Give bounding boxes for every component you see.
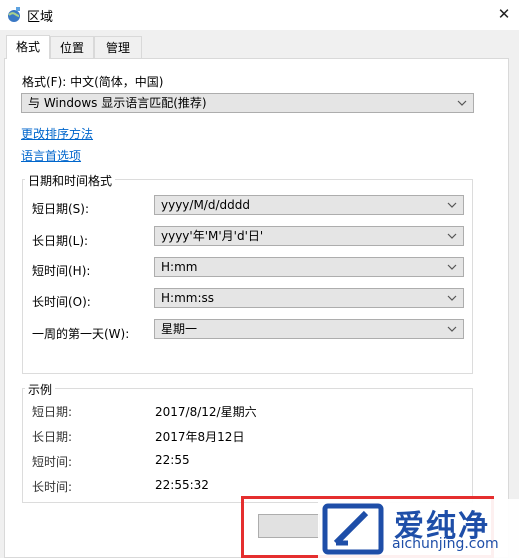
watermark-url: aichunjing.com bbox=[392, 536, 499, 552]
chevron-down-icon bbox=[447, 202, 457, 208]
tab-location-label: 位置 bbox=[59, 41, 84, 55]
short-time-dropdown[interactable]: H:mm bbox=[154, 257, 464, 277]
tab-format-label: 格式 bbox=[15, 40, 40, 54]
short-date-label: 短日期(S): bbox=[32, 202, 90, 216]
long-date-label: 长日期(L): bbox=[32, 234, 89, 248]
short-date-value: yyyy/M/d/dddd bbox=[161, 198, 250, 212]
first-day-of-week-label: 一周的第一天(W): bbox=[32, 327, 130, 341]
short-date-dropdown[interactable]: yyyy/M/d/dddd bbox=[154, 195, 464, 215]
format-dropdown[interactable]: 与 Windows 显示语言匹配(推荐) bbox=[21, 93, 474, 113]
long-time-dropdown[interactable]: H:mm:ss bbox=[154, 288, 464, 308]
chevron-down-icon bbox=[457, 100, 467, 106]
language-preferences-link[interactable]: 语言首选项 bbox=[21, 147, 81, 164]
format-dropdown-value: 与 Windows 显示语言匹配(推荐) bbox=[28, 96, 207, 110]
tab-location[interactable]: 位置 bbox=[50, 36, 94, 58]
example-short-date-label: 短日期: bbox=[32, 405, 73, 419]
window-title: 区域 bbox=[27, 10, 54, 25]
example-short-date-value: 2017/8/12/星期六 bbox=[155, 405, 257, 419]
region-globe-icon bbox=[8, 7, 20, 22]
format-label: 格式(F): 中文(简体，中国) bbox=[22, 75, 164, 89]
chevron-down-icon bbox=[447, 264, 457, 270]
tab-format[interactable]: 格式 bbox=[6, 35, 50, 59]
example-long-time-label: 长时间: bbox=[32, 480, 73, 494]
examples-group-title: 示例 bbox=[25, 381, 56, 398]
chevron-down-icon bbox=[447, 295, 457, 301]
chevron-down-icon bbox=[447, 326, 457, 332]
tab-administrative[interactable]: 管理 bbox=[94, 36, 142, 58]
short-time-label: 短时间(H): bbox=[32, 264, 91, 278]
watermark: 爱纯净 aichunjing.com bbox=[318, 499, 519, 558]
short-time-value: H:mm bbox=[161, 260, 198, 274]
close-icon: ✕ bbox=[497, 5, 511, 23]
long-time-label: 长时间(O): bbox=[32, 295, 91, 309]
long-time-value: H:mm:ss bbox=[161, 291, 214, 305]
example-short-time-value: 22:55 bbox=[155, 453, 190, 467]
watermark-logo-icon bbox=[322, 503, 384, 555]
example-long-time-value: 22:55:32 bbox=[155, 478, 209, 492]
example-long-date-label: 长日期: bbox=[32, 430, 73, 444]
first-day-of-week-value: 星期一 bbox=[161, 322, 198, 336]
change-sort-link[interactable]: 更改排序方法 bbox=[21, 125, 93, 142]
chevron-down-icon bbox=[447, 233, 457, 239]
long-date-value: yyyy'年'M'月'd'日' bbox=[161, 229, 264, 243]
example-short-time-label: 短时间: bbox=[32, 455, 73, 469]
example-long-date-value: 2017年8月12日 bbox=[155, 430, 245, 444]
long-date-dropdown[interactable]: yyyy'年'M'月'd'日' bbox=[154, 226, 464, 246]
title-bar: 区域 ✕ bbox=[0, 0, 519, 30]
tab-administrative-label: 管理 bbox=[105, 41, 130, 55]
first-day-of-week-dropdown[interactable]: 星期一 bbox=[154, 319, 464, 339]
close-button[interactable]: ✕ bbox=[493, 4, 515, 24]
datetime-group-title: 日期和时间格式 bbox=[25, 172, 116, 189]
